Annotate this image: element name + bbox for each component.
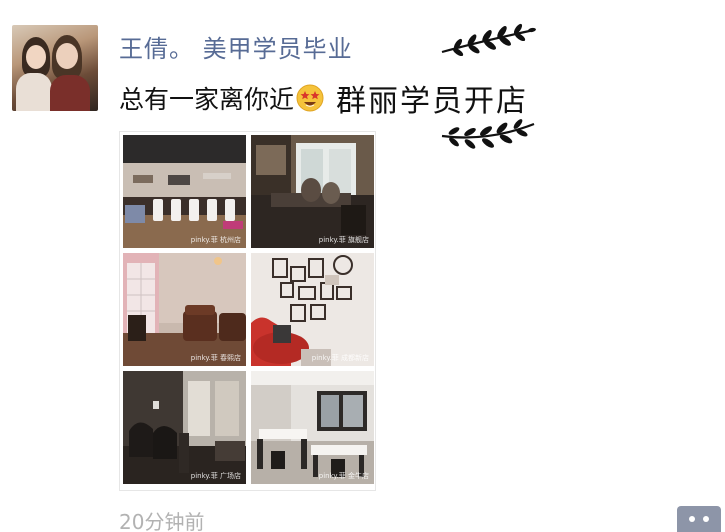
post-timestamp: 20分钟前	[119, 510, 205, 532]
photo-salon-2[interactable]: pinky.菲 旗舰店	[251, 135, 374, 248]
photo-caption: pinky.菲 金牛店	[318, 472, 369, 480]
avatar[interactable]	[12, 25, 98, 111]
more-dots-icon	[689, 516, 695, 522]
photo-caption: pinky.菲 广场店	[190, 472, 241, 480]
photo-salon-3[interactable]: pinky.菲 春熙店	[123, 253, 246, 366]
post-headline: 群丽学员开店	[336, 84, 529, 119]
photo-salon-1[interactable]: pinky.菲 杭州店	[123, 135, 246, 248]
photo-salon-4[interactable]: pinky.菲 成都新店	[251, 253, 374, 366]
moments-post: 王倩。 美甲学员毕业 总有一家离你近 群丽学员开店 pinky.菲 杭州店 pi…	[0, 0, 725, 532]
post-text: 总有一家离你近 群丽学员开店	[119, 76, 528, 120]
more-actions-button[interactable]	[677, 506, 721, 532]
photo-collage[interactable]: pinky.菲 杭州店 pinky.菲 旗舰店 pinky.菲 春熙店 pink…	[119, 131, 376, 491]
post-text-prefix: 总有一家离你近	[119, 85, 295, 114]
author-name[interactable]: 王倩。 美甲学员毕业	[119, 29, 353, 64]
photo-caption: pinky.菲 春熙店	[190, 354, 241, 362]
photo-salon-5[interactable]: pinky.菲 广场店	[123, 371, 246, 484]
photo-salon-6[interactable]: pinky.菲 金牛店	[251, 371, 374, 484]
laurel-branch-icon	[441, 119, 535, 149]
more-dots-icon	[703, 516, 709, 522]
photo-caption: pinky.菲 成都新店	[311, 354, 369, 362]
star-struck-emoji-icon	[296, 84, 324, 112]
photo-caption: pinky.菲 旗舰店	[318, 236, 369, 244]
photo-caption: pinky.菲 杭州店	[190, 236, 241, 244]
laurel-branch-icon	[441, 23, 536, 57]
